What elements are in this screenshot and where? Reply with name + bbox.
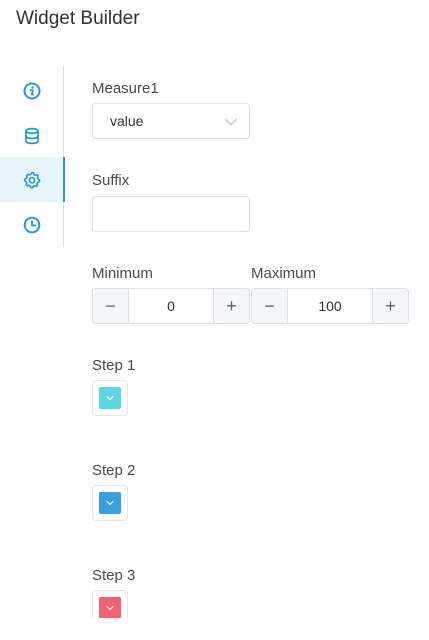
chevron-down-icon (105, 389, 115, 407)
clock-icon (23, 216, 41, 234)
measure-select[interactable]: value (92, 103, 250, 139)
sidebar-nav (0, 66, 65, 247)
gear-icon (23, 171, 41, 189)
measure-select-value: value (110, 113, 144, 129)
widget-builder-page: Widget Builder Measure1 value Suffix Min… (0, 0, 429, 640)
scroll-cutoff-mask (0, 618, 429, 640)
maximum-increase-button[interactable]: + (372, 289, 408, 323)
sidebar-item-history[interactable] (0, 202, 64, 247)
step-1-color-picker[interactable] (92, 380, 128, 416)
chevron-down-icon (224, 115, 238, 133)
maximum-label: Maximum (251, 265, 317, 282)
suffix-input[interactable] (92, 196, 250, 232)
maximum-decrease-button[interactable]: − (252, 289, 288, 323)
step-2-color-picker[interactable] (92, 485, 128, 521)
sidebar-item-info[interactable] (0, 68, 64, 113)
minimum-value[interactable]: 0 (129, 289, 213, 323)
step-3-label: Step 3 (92, 567, 136, 584)
sidebar-item-settings[interactable] (0, 157, 65, 202)
measure-label: Measure1 (92, 80, 159, 97)
info-icon (23, 82, 41, 100)
step-1-color-swatch (99, 387, 121, 409)
step-2-label: Step 2 (92, 462, 136, 479)
step-3-color-swatch (99, 597, 121, 619)
step-1-label: Step 1 (92, 357, 136, 374)
maximum-value[interactable]: 100 (288, 289, 372, 323)
maximum-stepper[interactable]: − 100 + (251, 288, 409, 324)
step-2-color-swatch (99, 492, 121, 514)
chevron-down-icon (105, 494, 115, 512)
suffix-label: Suffix (92, 172, 130, 189)
minimum-decrease-button[interactable]: − (93, 289, 129, 323)
page-title: Widget Builder (16, 8, 140, 29)
minimum-stepper[interactable]: − 0 + (92, 288, 250, 324)
minimum-label: Minimum (92, 265, 153, 282)
sidebar-item-database[interactable] (0, 113, 64, 158)
minimum-increase-button[interactable]: + (213, 289, 249, 323)
database-icon (23, 127, 41, 145)
chevron-down-icon (105, 599, 115, 617)
